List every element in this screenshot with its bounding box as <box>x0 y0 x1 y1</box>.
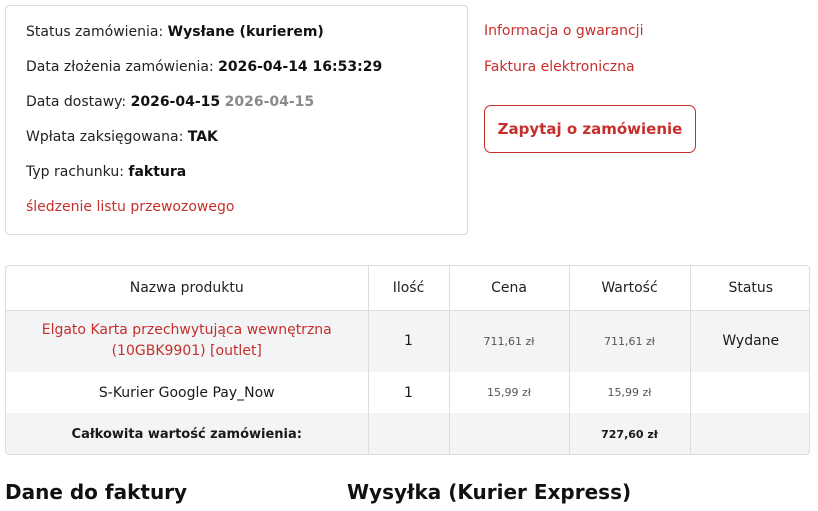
product-quantity: 1 <box>368 372 450 413</box>
order-date-label: Data złożenia zamówienia: <box>26 59 214 75</box>
warranty-info-link[interactable]: Informacja o gwarancji <box>484 23 643 39</box>
ask-about-order-button[interactable]: Zapytaj o zamówienie <box>484 105 696 153</box>
payment-line: Wpłata zaksięgowana: TAK <box>26 129 218 145</box>
payment-label: Wpłata zaksięgowana: <box>26 129 184 145</box>
product-price: 15,99 zł <box>449 372 570 413</box>
order-status-value: Wysłane (kurierem) <box>167 24 324 40</box>
delivery-date-label: Data dostawy: <box>26 94 127 110</box>
payment-value: TAK <box>187 129 218 145</box>
total-value: 727,60 zł <box>569 413 691 454</box>
products-table: Nazwa produktu Ilość Cena Wartość Status… <box>5 265 810 455</box>
product-value: 15,99 zł <box>569 372 691 413</box>
table-total-row: Całkowita wartość zamówienia: 727,60 zł <box>6 413 809 454</box>
tracking-line: śledzenie listu przewozowego <box>26 199 234 215</box>
tracking-link[interactable]: śledzenie listu przewozowego <box>26 199 234 215</box>
invoice-type-label: Typ rachunku: <box>26 164 124 180</box>
delivery-date-line: Data dostawy: 2026-04-15 2026-04-15 <box>26 94 314 110</box>
order-date-line: Data złożenia zamówienia: 2026-04-14 16:… <box>26 59 382 75</box>
table-header-row: Nazwa produktu Ilość Cena Wartość Status <box>6 266 809 311</box>
order-info-card: Status zamówienia: Wysłane (kurierem) Da… <box>5 5 468 235</box>
order-status-label: Status zamówienia: <box>26 24 164 40</box>
header-quantity: Ilość <box>368 266 450 311</box>
shipping-heading: Wysyłka (Kurier Express) <box>347 480 632 504</box>
header-product-name: Nazwa produktu <box>6 266 369 311</box>
invoice-type-line: Typ rachunku: faktura <box>26 164 186 180</box>
invoice-data-heading: Dane do faktury <box>5 480 188 504</box>
table-row: Elgato Karta przechwytująca wewnętrzna (… <box>6 310 809 372</box>
product-quantity: 1 <box>368 310 450 372</box>
invoice-type-value: faktura <box>128 164 187 180</box>
delivery-date-alt-value: 2026-04-15 <box>224 94 315 110</box>
order-status-line: Status zamówienia: Wysłane (kurierem) <box>26 24 324 40</box>
product-price: 711,61 zł <box>449 310 570 372</box>
total-label: Całkowita wartość zamówienia: <box>6 413 369 454</box>
order-date-value: 2026-04-14 16:53:29 <box>218 59 383 75</box>
product-value: 711,61 zł <box>569 310 691 372</box>
delivery-date-value: 2026-04-15 <box>130 94 221 110</box>
product-status: Wydane <box>690 310 809 372</box>
product-name-link[interactable]: Elgato Karta przechwytująca wewnętrzna (… <box>6 320 368 362</box>
electronic-invoice-link[interactable]: Faktura elektroniczna <box>484 59 635 75</box>
total-empty-cell <box>449 413 570 454</box>
header-price: Cena <box>449 266 570 311</box>
total-empty-cell <box>690 413 809 454</box>
header-value: Wartość <box>569 266 691 311</box>
table-row: S-Kurier Google Pay_Now 1 15,99 zł 15,99… <box>6 372 809 413</box>
product-name: S-Kurier Google Pay_Now <box>6 372 369 413</box>
header-status: Status <box>690 266 809 311</box>
total-empty-cell <box>368 413 450 454</box>
product-status <box>690 372 809 413</box>
